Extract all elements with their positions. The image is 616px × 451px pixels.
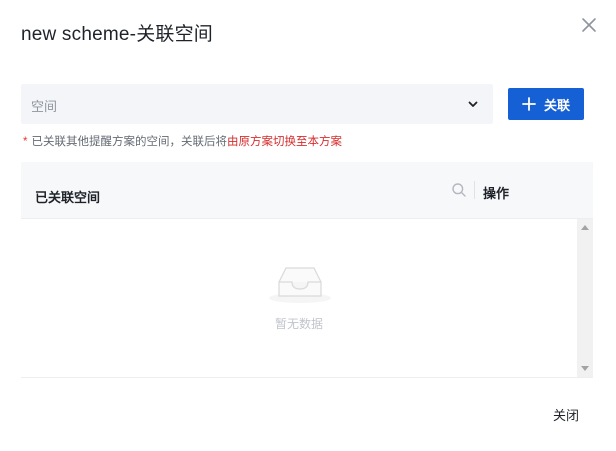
dialog-title: new scheme-关联空间 <box>21 24 213 45</box>
table-body: 暂无数据 <box>21 219 593 378</box>
column-header-linked-space: 已关联空间 <box>35 190 101 205</box>
space-select-placeholder: 空间 <box>31 99 58 114</box>
space-select[interactable]: 空间 <box>21 84 493 124</box>
search-icon[interactable] <box>451 182 467 198</box>
close-icon[interactable] <box>578 14 600 36</box>
table-scrollbar[interactable] <box>577 219 593 377</box>
scroll-up-arrow-icon[interactable] <box>581 225 589 230</box>
scroll-down-arrow-icon[interactable] <box>581 366 589 371</box>
link-hint: * 已关联其他提醒方案的空间，关联后将由原方案切换至本方案 <box>23 133 342 149</box>
link-space-dialog: new scheme-关联空间 空间 关联 * 已关联其他提醒方案的空间，关联后将… <box>0 0 616 451</box>
column-header-action: 操作 <box>483 186 510 201</box>
close-button[interactable]: 关闭 <box>544 402 588 426</box>
link-button-label: 关联 <box>543 97 570 113</box>
header-divider <box>474 181 475 199</box>
empty-inbox-icon <box>269 267 331 303</box>
link-button[interactable]: 关联 <box>508 88 584 120</box>
linked-spaces-table: 已关联空间 操作 暂无数据 <box>21 162 593 378</box>
required-star: * <box>23 136 28 148</box>
plus-icon <box>522 97 536 111</box>
empty-state-text: 暂无数据 <box>274 317 323 331</box>
hint-text: 已关联其他提醒方案的空间，关联后将 <box>31 136 227 148</box>
hint-highlight: 由原方案切换至本方案 <box>226 136 342 148</box>
table-header: 已关联空间 操作 <box>21 162 593 219</box>
chevron-down-icon <box>468 101 478 107</box>
